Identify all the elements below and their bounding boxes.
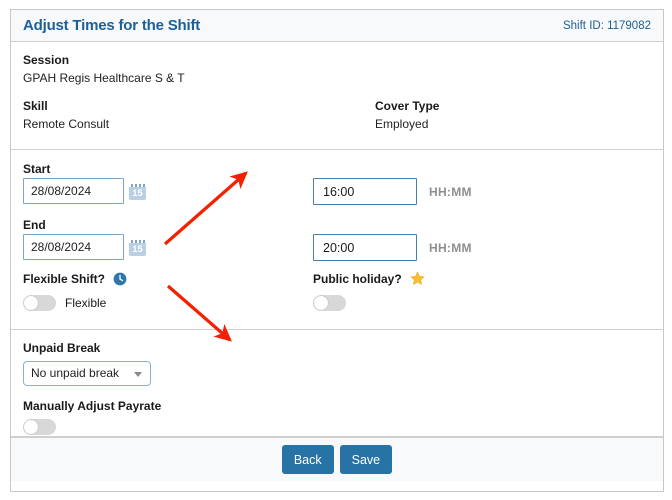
shift-times-section: Start 15 HH:MM bbox=[11, 150, 663, 330]
end-date-group: End 15 bbox=[23, 216, 313, 260]
end-time-label-spacer bbox=[313, 216, 472, 234]
start-time-input[interactable] bbox=[313, 178, 417, 205]
screenshot-root: Adjust Times for the Shift Shift ID: 117… bbox=[0, 0, 672, 500]
public-holiday-toggle[interactable] bbox=[313, 295, 346, 311]
panel-header: Adjust Times for the Shift Shift ID: 117… bbox=[11, 10, 663, 42]
end-row: End 15 HH:MM bbox=[23, 216, 651, 261]
calendar-icon-day: 15 bbox=[132, 187, 143, 199]
toggle-knob bbox=[314, 296, 328, 310]
panel-footer: Back Save bbox=[11, 437, 663, 481]
adjust-shift-panel: Adjust Times for the Shift Shift ID: 117… bbox=[10, 9, 664, 492]
start-time-group: HH:MM bbox=[313, 160, 472, 205]
start-date-group: Start 15 bbox=[23, 160, 313, 204]
clock-icon bbox=[113, 272, 127, 291]
calendar-icon[interactable]: 15 bbox=[129, 182, 146, 200]
skill-label: Skill bbox=[23, 99, 48, 113]
calendar-icon-day: 15 bbox=[132, 243, 143, 255]
end-label: End bbox=[23, 218, 46, 232]
chevron-down-icon bbox=[134, 372, 142, 377]
start-time-hint: HH:MM bbox=[429, 184, 472, 199]
public-holiday-group: Public holiday? bbox=[313, 270, 425, 311]
end-time-hint: HH:MM bbox=[429, 240, 472, 255]
end-date-input[interactable] bbox=[23, 234, 124, 260]
star-icon bbox=[410, 271, 425, 291]
flexible-shift-label-row: Flexible Shift? bbox=[23, 270, 313, 291]
toggles-row: Flexible Shift? Flexible Public holiday? bbox=[23, 270, 651, 311]
page-title: Adjust Times for the Shift bbox=[23, 17, 201, 34]
end-time-group: HH:MM bbox=[313, 216, 472, 261]
unpaid-break-select[interactable]: No unpaid break bbox=[23, 361, 151, 386]
unpaid-break-section: Unpaid Break No unpaid break Manually Ad… bbox=[11, 330, 663, 437]
session-label: Session bbox=[23, 53, 70, 67]
manually-adjust-payrate-label: Manually Adjust Payrate bbox=[23, 399, 162, 413]
skill-column: Skill Remote Consult bbox=[23, 97, 375, 134]
flexible-shift-toggle[interactable] bbox=[23, 295, 56, 311]
session-value: GPAH Regis Healthcare S & T bbox=[23, 71, 185, 85]
save-button[interactable]: Save bbox=[339, 445, 393, 474]
session-details-section: Session GPAH Regis Healthcare S & T Skil… bbox=[11, 42, 663, 150]
back-button[interactable]: Back bbox=[281, 445, 334, 474]
end-time-wrap: HH:MM bbox=[313, 234, 472, 261]
toggle-knob bbox=[24, 420, 38, 434]
unpaid-break-label: Unpaid Break bbox=[23, 341, 101, 355]
start-date-input[interactable] bbox=[23, 178, 124, 204]
cover-type-value: Employed bbox=[375, 117, 429, 131]
flexible-shift-group: Flexible Shift? Flexible bbox=[23, 270, 313, 311]
flexible-toggle-label: Flexible bbox=[65, 296, 107, 310]
shift-id-label: Shift ID: 1179082 bbox=[562, 19, 651, 32]
skill-value: Remote Consult bbox=[23, 117, 110, 131]
flexible-toggle-row[interactable]: Flexible bbox=[23, 295, 313, 311]
start-time-wrap: HH:MM bbox=[313, 178, 472, 205]
toggle-knob bbox=[24, 296, 38, 310]
calendar-icon[interactable]: 15 bbox=[129, 238, 146, 256]
cover-type-label: Cover Type bbox=[375, 99, 440, 113]
end-time-input[interactable] bbox=[313, 234, 417, 261]
public-holiday-toggle-row[interactable] bbox=[313, 295, 425, 311]
start-date-wrap: 15 bbox=[23, 178, 313, 204]
flexible-shift-label: Flexible Shift? bbox=[23, 272, 106, 286]
manually-adjust-payrate-toggle-row[interactable] bbox=[23, 419, 651, 435]
public-holiday-label: Public holiday? bbox=[313, 272, 402, 286]
unpaid-break-select-wrap[interactable]: No unpaid break bbox=[23, 361, 151, 386]
skill-cover-row: Skill Remote Consult Cover Type Employed bbox=[23, 97, 651, 134]
public-holiday-label-row: Public holiday? bbox=[313, 270, 425, 291]
start-row: Start 15 HH:MM bbox=[23, 160, 651, 205]
start-time-label-spacer bbox=[313, 160, 472, 178]
start-label: Start bbox=[23, 162, 51, 176]
manually-adjust-payrate-toggle[interactable] bbox=[23, 419, 56, 435]
cover-type-column: Cover Type Employed bbox=[375, 97, 651, 134]
end-date-wrap: 15 bbox=[23, 234, 313, 260]
